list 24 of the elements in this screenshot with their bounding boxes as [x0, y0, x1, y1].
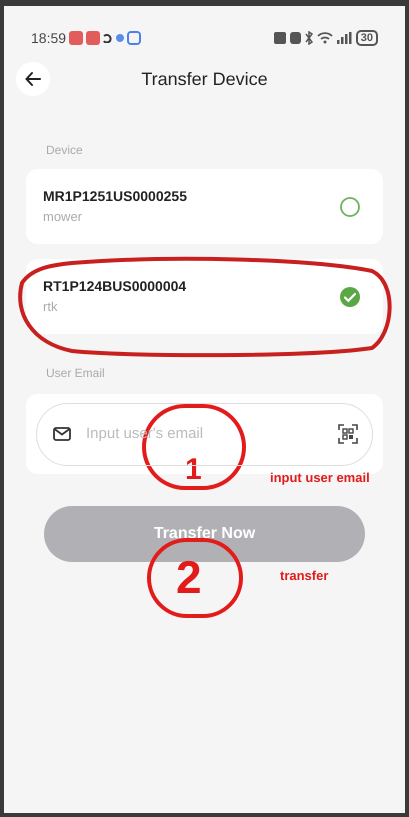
mail-icon	[53, 427, 71, 441]
bluetooth-icon	[304, 31, 313, 45]
chat-icon	[127, 31, 142, 45]
back-arrow-icon	[24, 70, 42, 88]
app-notification-icon	[86, 31, 100, 45]
device-card[interactable]: MR1P1251US0000255 mower	[26, 169, 383, 244]
annotation-note: transfer	[280, 567, 328, 585]
device-serial: MR1P1251US0000255	[43, 187, 187, 206]
device-card[interactable]: RT1P124BUS0000004 rtk	[26, 259, 383, 334]
signal-icon	[336, 32, 352, 44]
section-label: User Email	[46, 365, 106, 382]
page-title: Transfer Device	[141, 68, 268, 90]
battery-indicator: 30	[356, 30, 378, 46]
status-time: 18:59	[31, 28, 66, 48]
section-label: Device	[46, 142, 84, 159]
device-serial: RT1P124BUS0000004	[43, 277, 186, 296]
wifi-icon	[316, 32, 333, 44]
dot-icon	[116, 34, 124, 42]
back-button[interactable]	[16, 62, 50, 96]
annotation-note: input user email	[270, 469, 370, 487]
device-type: rtk	[43, 298, 58, 316]
qr-scan-icon[interactable]	[338, 424, 358, 444]
device-type: mower	[43, 208, 84, 226]
app-notification-icon	[69, 31, 84, 45]
